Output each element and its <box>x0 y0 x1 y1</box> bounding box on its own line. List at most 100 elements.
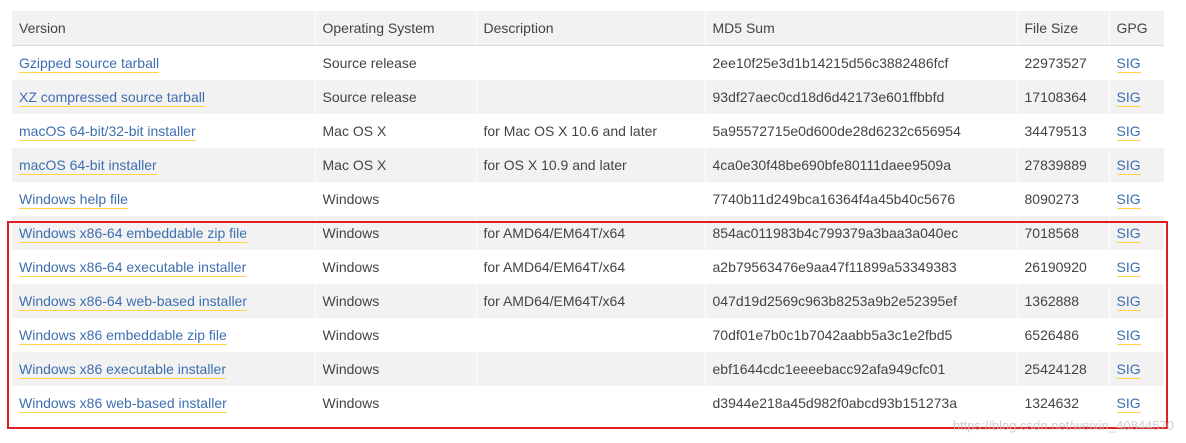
download-link[interactable]: Windows x86 executable installer <box>19 361 226 379</box>
cell-description <box>476 80 706 114</box>
sig-link[interactable]: SIG <box>1116 327 1141 345</box>
sig-link[interactable]: SIG <box>1116 361 1141 379</box>
cell-file-size: 1324632 <box>1017 386 1110 420</box>
cell-file-size: 7018568 <box>1017 216 1110 250</box>
cell-gpg: SIG <box>1109 114 1164 148</box>
download-link[interactable]: Gzipped source tarball <box>19 55 160 73</box>
download-link[interactable]: macOS 64-bit/32-bit installer <box>19 123 196 141</box>
table-row: Windows x86 embeddable zip file Windows 70… <box>12 318 1164 352</box>
download-link[interactable]: Windows x86-64 embeddable zip file <box>19 225 248 243</box>
download-link[interactable]: Windows x86 web-based installer <box>19 395 227 413</box>
cell-description: for AMD64/EM64T/x64 <box>476 284 706 318</box>
cell-operating-system: Windows <box>315 250 477 284</box>
cell-md5-sum: ebf1644cdc1eeeebacc92afa949cfc01 <box>705 352 1018 386</box>
cell-description: for OS X 10.9 and later <box>476 148 706 182</box>
cell-version: macOS 64-bit installer <box>12 148 316 182</box>
column-header-description: Description <box>476 11 706 46</box>
table-row: Windows x86 executable installer Windows e… <box>12 352 1164 386</box>
cell-md5-sum: d3944e218a45d982f0abcd93b151273a <box>705 386 1018 420</box>
table-header-row: Version Operating System Description MD5… <box>12 11 1164 46</box>
sig-link[interactable]: SIG <box>1116 55 1141 73</box>
python-downloads-table: Version Operating System Description MD5… <box>12 11 1164 420</box>
cell-md5-sum: 5a95572715e0d600de28d6232c656954 <box>705 114 1018 148</box>
cell-gpg: SIG <box>1109 284 1164 318</box>
cell-description <box>476 318 706 352</box>
column-header-gpg: GPG <box>1109 11 1164 46</box>
sig-link[interactable]: SIG <box>1116 191 1141 209</box>
cell-operating-system: Windows <box>315 182 477 216</box>
sig-link[interactable]: SIG <box>1116 157 1141 175</box>
cell-operating-system: Mac OS X <box>315 114 477 148</box>
cell-md5-sum: 047d19d2569c963b8253a9b2e52395ef <box>705 284 1018 318</box>
table-row: Windows x86 web-based installer Windows d3… <box>12 386 1164 420</box>
cell-file-size: 25424128 <box>1017 352 1110 386</box>
table-row: macOS 64-bit installer Mac OS Xfor OS X 1… <box>12 148 1164 182</box>
cell-version: Windows x86-64 web-based installer <box>12 284 316 318</box>
cell-version: Windows x86 embeddable zip file <box>12 318 316 352</box>
cell-operating-system: Source release <box>315 45 477 80</box>
sig-link[interactable]: SIG <box>1116 123 1141 141</box>
cell-version: XZ compressed source tarball <box>12 80 316 114</box>
table-row: Windows x86-64 web-based installer Window… <box>12 284 1164 318</box>
cell-file-size: 22973527 <box>1017 45 1110 80</box>
sig-link[interactable]: SIG <box>1116 293 1141 311</box>
sig-link[interactable]: SIG <box>1116 259 1141 277</box>
cell-file-size: 26190920 <box>1017 250 1110 284</box>
cell-version: Windows help file <box>12 182 316 216</box>
cell-file-size: 27839889 <box>1017 148 1110 182</box>
download-link[interactable]: macOS 64-bit installer <box>19 157 157 175</box>
cell-description <box>476 45 706 80</box>
cell-gpg: SIG <box>1109 250 1164 284</box>
cell-md5-sum: 854ac011983b4c799379a3baa3a040ec <box>705 216 1018 250</box>
cell-file-size: 1362888 <box>1017 284 1110 318</box>
sig-link[interactable]: SIG <box>1116 89 1141 107</box>
download-link[interactable]: Windows x86 embeddable zip file <box>19 327 227 345</box>
cell-gpg: SIG <box>1109 80 1164 114</box>
cell-operating-system: Windows <box>315 284 477 318</box>
cell-md5-sum: 93df27aec0cd18d6d42173e601ffbbfd <box>705 80 1018 114</box>
cell-file-size: 8090273 <box>1017 182 1110 216</box>
cell-gpg: SIG <box>1109 45 1164 80</box>
cell-operating-system: Source release <box>315 80 477 114</box>
cell-version: Gzipped source tarball <box>12 45 316 80</box>
cell-gpg: SIG <box>1109 386 1164 420</box>
column-header-file-size: File Size <box>1017 11 1110 46</box>
cell-version: macOS 64-bit/32-bit installer <box>12 114 316 148</box>
cell-md5-sum: 4ca0e30f48be690bfe80111daee9509a <box>705 148 1018 182</box>
sig-link[interactable]: SIG <box>1116 225 1141 243</box>
cell-operating-system: Windows <box>315 318 477 352</box>
cell-description: for Mac OS X 10.6 and later <box>476 114 706 148</box>
cell-gpg: SIG <box>1109 182 1164 216</box>
cell-description <box>476 352 706 386</box>
table-row: Gzipped source tarball Source release 2ee1… <box>12 45 1164 80</box>
cell-version: Windows x86-64 executable installer <box>12 250 316 284</box>
sig-link[interactable]: SIG <box>1116 395 1141 413</box>
cell-description: for AMD64/EM64T/x64 <box>476 250 706 284</box>
cell-operating-system: Windows <box>315 386 477 420</box>
cell-md5-sum: 2ee10f25e3d1b14215d56c3882486fcf <box>705 45 1018 80</box>
table-row: Windows x86-64 embeddable zip file Window… <box>12 216 1164 250</box>
download-link[interactable]: XZ compressed source tarball <box>19 89 205 107</box>
cell-operating-system: Windows <box>315 216 477 250</box>
download-link[interactable]: Windows x86-64 executable installer <box>19 259 247 277</box>
cell-description: for AMD64/EM64T/x64 <box>476 216 706 250</box>
column-header-md5-sum: MD5 Sum <box>705 11 1018 46</box>
cell-version: Windows x86 web-based installer <box>12 386 316 420</box>
cell-operating-system: Mac OS X <box>315 148 477 182</box>
cell-version: Windows x86 executable installer <box>12 352 316 386</box>
column-header-version: Version <box>12 11 316 46</box>
cell-gpg: SIG <box>1109 318 1164 352</box>
cell-file-size: 17108364 <box>1017 80 1110 114</box>
cell-gpg: SIG <box>1109 352 1164 386</box>
cell-operating-system: Windows <box>315 352 477 386</box>
cell-md5-sum: 70df01e7b0c1b7042aabb5a3c1e2fbd5 <box>705 318 1018 352</box>
table-row: Windows x86-64 executable installer Windo… <box>12 250 1164 284</box>
table-row: macOS 64-bit/32-bit installer Mac OS Xfor… <box>12 114 1164 148</box>
download-link[interactable]: Windows x86-64 web-based installer <box>19 293 247 311</box>
watermark-text: https://blog.csdn.net/weixin_40844570 <box>952 418 1174 433</box>
cell-version: Windows x86-64 embeddable zip file <box>12 216 316 250</box>
cell-description <box>476 182 706 216</box>
download-link[interactable]: Windows help file <box>19 191 128 209</box>
cell-file-size: 34479513 <box>1017 114 1110 148</box>
cell-file-size: 6526486 <box>1017 318 1110 352</box>
